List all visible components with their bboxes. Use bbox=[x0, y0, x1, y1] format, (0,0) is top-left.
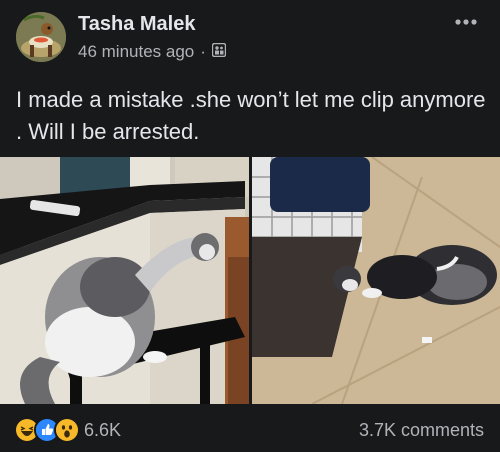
wow-icon bbox=[54, 417, 80, 443]
cat-on-stool-photo[interactable] bbox=[0, 157, 249, 404]
post-header: Tasha Malek 46 minutes ago · bbox=[0, 0, 500, 72]
cat-on-floor-photo[interactable] bbox=[252, 157, 500, 404]
author-name[interactable]: Tasha Malek bbox=[78, 13, 195, 36]
post-text: I made a mistake .she won’t let me clip … bbox=[16, 87, 486, 144]
meta-separator: · bbox=[200, 42, 206, 61]
more-options-icon[interactable] bbox=[452, 14, 480, 30]
reaction-icons[interactable] bbox=[14, 417, 80, 443]
post-meta: 46 minutes ago · bbox=[78, 42, 227, 62]
friends-icon[interactable] bbox=[211, 42, 227, 62]
reaction-count[interactable]: 6.6K bbox=[84, 420, 121, 441]
post-timestamp[interactable]: 46 minutes ago bbox=[78, 42, 194, 62]
photo-grid bbox=[0, 157, 500, 404]
post-footer: 6.6K 3.7K comments bbox=[0, 404, 500, 452]
author-avatar[interactable] bbox=[16, 12, 66, 62]
comments-count[interactable]: 3.7K comments bbox=[359, 420, 484, 441]
